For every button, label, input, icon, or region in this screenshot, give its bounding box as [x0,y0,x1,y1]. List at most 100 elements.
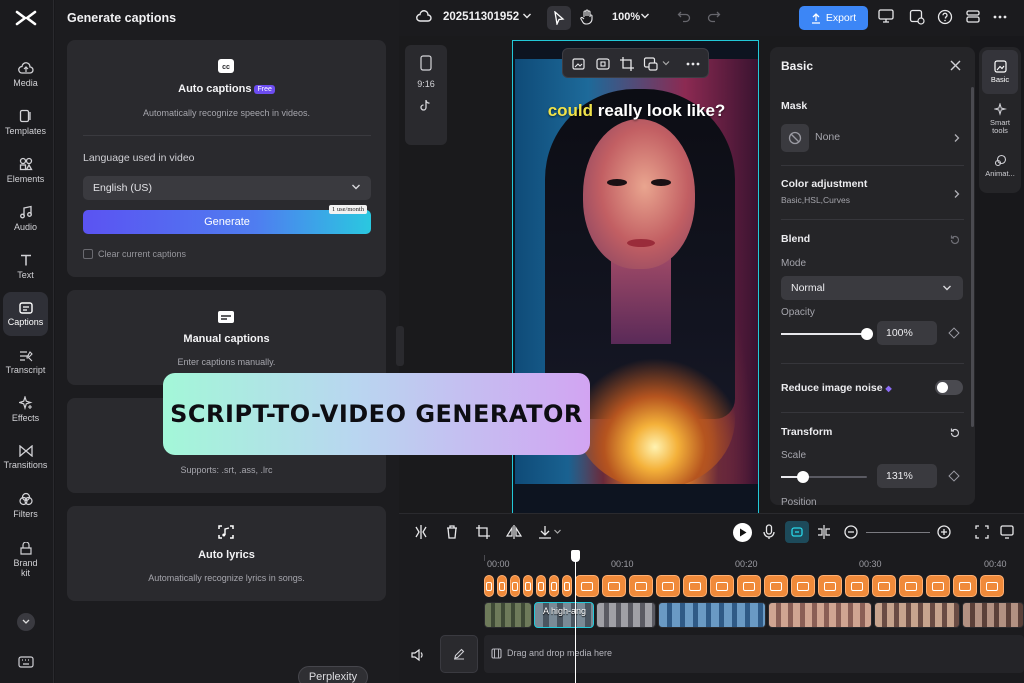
opacity-input[interactable]: 100% [877,321,937,345]
crop-icon[interactable] [619,56,635,72]
properties-scrollbar[interactable] [971,87,974,427]
caption-clip[interactable] [536,575,546,597]
video-clip[interactable] [596,602,656,628]
capcut-logo-icon[interactable] [14,8,38,28]
sidebar-item-audio[interactable]: Audio [3,196,48,240]
video-clip[interactable] [484,602,532,628]
keyboard-icon[interactable] [18,656,34,668]
tab-animation[interactable]: Animat... [982,144,1018,188]
caption-clip[interactable] [602,575,626,597]
caption-clip[interactable] [575,575,599,597]
caption-clip[interactable] [497,575,507,597]
caption-clip[interactable] [683,575,707,597]
chevron-down-icon[interactable] [553,527,569,543]
caption-clip[interactable] [926,575,950,597]
zoom-out-icon[interactable] [843,524,859,540]
cover-edit-button[interactable] [440,635,478,673]
play-button[interactable] [733,523,752,542]
language-select[interactable]: English (US) [83,176,371,200]
download-icon[interactable] [537,524,553,540]
clear-captions-checkbox[interactable] [83,249,93,259]
sidebar-item-media[interactable]: Media [3,52,48,96]
sidebar-item-transcript[interactable]: Transcript [3,340,48,384]
sidebar-item-captions[interactable]: Captions [3,292,48,336]
sidebar-item-templates[interactable]: Templates [3,100,48,144]
timeline-zoom-slider[interactable] [866,532,930,533]
close-icon[interactable] [950,60,961,71]
video-clip[interactable] [768,602,872,628]
video-clip[interactable] [874,602,960,628]
caption-clip[interactable] [818,575,842,597]
caption-clip[interactable] [953,575,977,597]
crop-icon[interactable] [475,524,491,540]
clear-captions-row[interactable]: Clear current captions [83,249,186,259]
perplexity-button[interactable]: Perplexity [298,666,368,683]
reset-icon[interactable] [949,427,961,439]
playhead[interactable] [571,550,580,683]
chevron-down-icon[interactable] [640,11,658,29]
panel-collapse-handle[interactable] [396,326,404,366]
generate-button[interactable]: Generate [83,210,371,234]
caption-clip[interactable] [549,575,559,597]
mirror-icon[interactable] [506,524,522,540]
blend-mode-select[interactable]: Normal [781,276,963,300]
timeline[interactable]: 00:00 00:10 00:20 00:30 00:40 A high-ang… [399,550,1024,683]
project-name[interactable]: 202511301952 [443,11,519,23]
mask-value[interactable]: None [815,131,840,143]
sidebar-item-text[interactable]: Text [3,244,48,288]
caption-clip[interactable] [510,575,520,597]
opacity-slider-knob[interactable] [861,328,873,340]
select-tool-button[interactable] [547,6,571,30]
sidebar-item-filters[interactable]: Filters [3,483,48,527]
auto-captions-card[interactable]: cc Auto captions Free Automatically recog… [67,40,386,277]
color-adjustment-title[interactable]: Color adjustment [781,178,867,190]
reduce-noise-toggle[interactable] [935,380,963,395]
sidebar-item-transitions[interactable]: Transitions [3,435,48,479]
export-button[interactable]: Export [799,6,868,30]
audio-drop-zone[interactable]: Drag and drop media here [484,635,1024,673]
undo-icon[interactable] [677,9,695,27]
more-tools-button[interactable] [17,613,35,631]
help-icon[interactable] [937,9,955,27]
chevron-right-icon[interactable] [953,133,961,143]
volume-icon[interactable] [411,648,425,662]
delete-icon[interactable] [444,524,460,540]
fit-icon[interactable] [974,524,990,540]
scale-slider-knob[interactable] [797,471,810,483]
video-caption-text[interactable]: could really look like? [513,101,758,121]
video-clip[interactable] [658,602,766,628]
caption-clip[interactable] [737,575,761,597]
smart-image-icon[interactable] [571,56,587,72]
device-settings-icon[interactable] [909,9,927,27]
mask-none-button[interactable] [781,124,809,152]
more-icon[interactable] [992,9,1010,27]
keyframe-icon[interactable] [948,470,960,482]
microphone-icon[interactable] [761,524,777,540]
hand-icon[interactable] [579,9,597,27]
caption-clip[interactable] [629,575,653,597]
auto-snap-button[interactable] [785,521,809,543]
chevron-right-icon[interactable] [953,189,961,199]
caption-clip[interactable] [710,575,734,597]
split-icon[interactable] [413,524,429,540]
caption-clip[interactable] [484,575,494,597]
caption-clip[interactable] [562,575,572,597]
aspect-ratio-selector[interactable]: 9:16 [405,45,447,145]
preview-mode-icon[interactable] [999,524,1015,540]
caption-clip[interactable] [764,575,788,597]
chevron-down-icon[interactable] [661,58,677,74]
tab-basic[interactable]: Basic [982,50,1018,94]
playhead-handle[interactable] [571,550,580,562]
tab-smart-tools[interactable]: Smart tools [982,97,1018,141]
present-icon[interactable] [878,9,896,27]
scale-input[interactable]: 131% [877,464,937,488]
auto-lyrics-card[interactable]: Auto lyrics Automatically recognize lyri… [67,506,386,601]
sidebar-item-elements[interactable]: Elements [3,148,48,192]
caption-clip[interactable] [656,575,680,597]
caption-clip[interactable] [980,575,1004,597]
opacity-slider[interactable] [781,328,873,340]
video-clip-selected[interactable]: A high-ang [534,602,594,628]
sidebar-item-brand-kit[interactable]: Brand kit [3,535,48,585]
sidebar-item-effects[interactable]: Effects [3,387,48,431]
zoom-level[interactable]: 100% [612,11,640,23]
